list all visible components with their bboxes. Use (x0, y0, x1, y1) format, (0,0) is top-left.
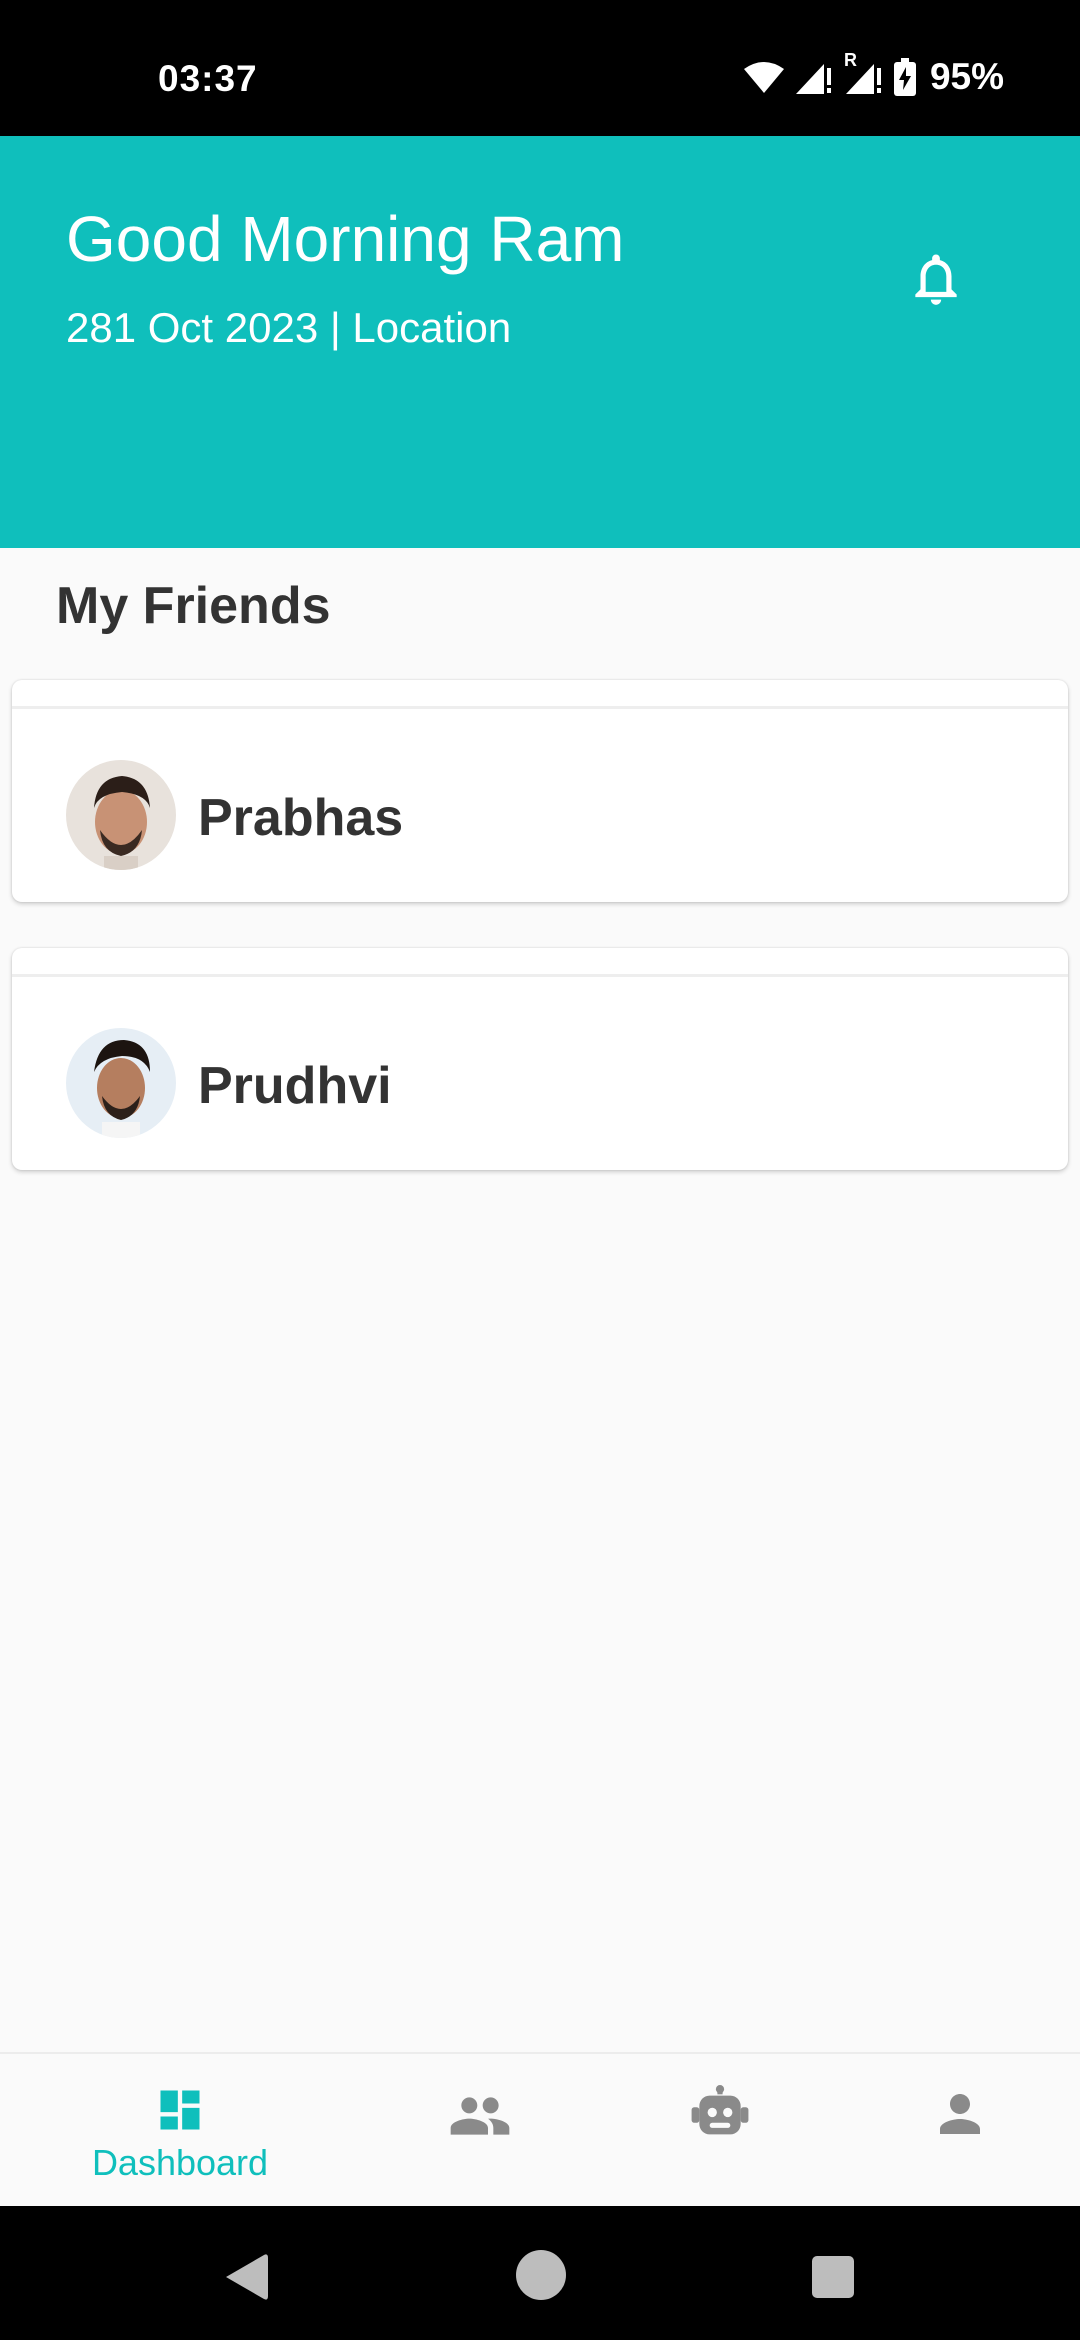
nav-profile[interactable] (900, 2054, 1020, 2208)
friend-card-prudhvi[interactable]: Prudhvi (12, 948, 1068, 1170)
back-icon[interactable] (222, 2252, 268, 2302)
date-location: 281 Oct 2023 | Location (66, 304, 512, 351)
home-icon[interactable] (516, 2250, 566, 2300)
section-title: My Friends (56, 577, 331, 635)
dashboard-icon (160, 2090, 200, 2130)
bell-icon[interactable] (905, 248, 967, 310)
nav-friends[interactable] (420, 2054, 540, 2208)
nav-bot[interactable] (660, 2054, 780, 2208)
wifi-icon (743, 62, 784, 93)
recents-icon[interactable] (812, 2256, 854, 2298)
roaming-indicator: R (843, 50, 857, 70)
friend-name: Prudhvi (198, 1057, 392, 1115)
signal-icon (795, 64, 831, 94)
nav-dashboard[interactable]: Dashboard (60, 2054, 300, 2208)
people-icon (450, 2097, 510, 2135)
system-navigation-bar (0, 2206, 1080, 2340)
status-icons: R 95% (743, 50, 1004, 98)
bottom-navigation: Dashboard (0, 2052, 1080, 2206)
avatar-prudhvi (66, 1028, 176, 1138)
status-bar: 03:37 R 95% (0, 0, 1080, 136)
person-icon (940, 2094, 980, 2134)
avatar-prabhas (66, 760, 176, 870)
battery-charging-icon (893, 58, 916, 96)
status-time: 03:37 (158, 58, 258, 99)
signal-roaming-icon: R (844, 50, 884, 94)
robot-icon (691, 2085, 749, 2135)
friend-name: Prabhas (198, 789, 404, 847)
friend-card-prabhas[interactable]: Prabhas (12, 680, 1068, 902)
greeting-title: Good Morning Ram (66, 203, 625, 275)
nav-dashboard-label: Dashboard (91, 2142, 269, 2183)
battery-percentage: 95% (929, 56, 1004, 97)
header: Good Morning Ram 281 Oct 2023 | Location (0, 136, 1080, 548)
